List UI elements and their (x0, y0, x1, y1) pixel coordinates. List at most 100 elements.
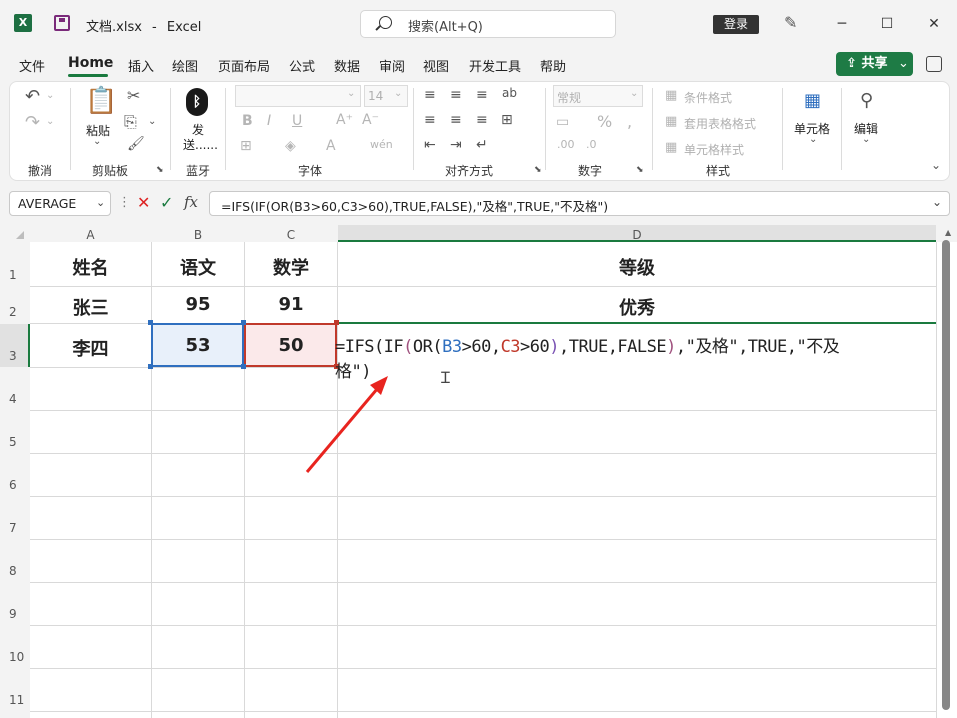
row-header-3[interactable]: 3 (0, 324, 30, 367)
designer-wand-icon[interactable]: ✎ (784, 13, 797, 32)
cell-c3[interactable]: 50 (245, 335, 337, 356)
increase-decimal-icon[interactable]: .00 (557, 138, 575, 151)
format-painter-icon[interactable]: 🖌 (127, 136, 145, 152)
expand-formula-bar-icon[interactable]: ⌄ (932, 195, 942, 209)
resize-handle[interactable] (148, 320, 153, 325)
redo-icon[interactable]: ↷ (25, 112, 40, 133)
search-box[interactable]: 搜索(Alt+Q) (360, 10, 616, 38)
cell-styles-icon[interactable]: ▦ (665, 140, 677, 155)
tab-formulas[interactable]: 公式 (289, 56, 315, 75)
cell-c1[interactable]: 数学 (245, 254, 337, 280)
tab-view[interactable]: 视图 (423, 56, 449, 75)
resize-handle[interactable] (241, 364, 246, 369)
bold-icon[interactable]: B (242, 113, 253, 129)
decrease-indent-icon[interactable]: ⇤ (424, 137, 436, 153)
editing-search-icon[interactable]: ⚲ (860, 90, 873, 111)
tab-insert[interactable]: 插入 (128, 56, 154, 75)
cell-styles-button[interactable]: 单元格样式 (684, 141, 744, 158)
conditional-format-button[interactable]: 条件格式 (684, 89, 732, 106)
ribbon-collapse-icon[interactable]: ⌄ (931, 158, 941, 172)
conditional-format-icon[interactable]: ▦ (665, 88, 677, 103)
cell-a1[interactable]: 姓名 (30, 254, 151, 280)
borders-icon[interactable]: ⊞ (240, 138, 252, 154)
align-left-icon[interactable]: ≡ (424, 112, 436, 128)
decrease-decimal-icon[interactable]: .0 (586, 138, 597, 151)
share-button[interactable]: ⇪ 共享 ⌄ (836, 52, 913, 76)
cut-icon[interactable]: ✂ (127, 86, 140, 105)
enter-icon[interactable]: ✓ (160, 193, 173, 212)
align-center-icon[interactable]: ≡ (450, 112, 462, 128)
chevron-down-icon[interactable]: ⌄ (809, 134, 817, 145)
tab-file[interactable]: 文件 (19, 56, 45, 75)
resize-handle[interactable] (334, 320, 339, 325)
wrap-text-icon[interactable]: ↵ (476, 137, 488, 153)
merge-center-icon[interactable]: ⊞ (501, 112, 513, 128)
cell-a3[interactable]: 李四 (30, 335, 151, 361)
formula-input[interactable]: =IFS(IF(OR(B3>60,C3>60),TRUE,FALSE),"及格"… (209, 191, 950, 216)
tab-help[interactable]: 帮助 (540, 56, 566, 75)
percent-icon[interactable]: % (597, 112, 612, 131)
comma-style-icon[interactable]: , (627, 112, 632, 131)
more-options-icon[interactable]: ⋮ (118, 195, 131, 210)
cancel-icon[interactable]: ✕ (137, 193, 150, 212)
cell-b2[interactable]: 95 (152, 294, 244, 315)
vertical-scrollbar[interactable] (942, 240, 950, 710)
row-header-4[interactable]: 4 (0, 368, 30, 410)
font-color-icon[interactable]: A (326, 138, 336, 154)
cell-d2[interactable]: 优秀 (338, 294, 936, 320)
login-button[interactable]: 登录 (713, 15, 759, 34)
scroll-up-icon[interactable]: ▲ (945, 228, 951, 237)
cell-b1[interactable]: 语文 (152, 254, 244, 280)
undo-icon[interactable]: ↶ (25, 86, 40, 107)
bluetooth-send-line2[interactable]: 送...... (183, 136, 218, 153)
row-header-8[interactable]: 8 (0, 540, 30, 582)
row-header-10[interactable]: 10 (0, 626, 30, 668)
name-box[interactable]: AVERAGE ⌄ (9, 191, 111, 216)
redo-dropdown-icon[interactable]: ⌄ (46, 116, 54, 127)
column-header-a[interactable]: A (30, 228, 151, 242)
paste-icon[interactable]: 📋 (85, 86, 117, 116)
font-name-select[interactable] (235, 85, 361, 107)
save-icon[interactable] (54, 15, 70, 31)
resize-handle[interactable] (241, 320, 246, 325)
row-header-11[interactable]: 11 (0, 669, 30, 711)
phonetic-icon[interactable]: wén (370, 138, 393, 151)
align-top-icon[interactable]: ≡ (424, 87, 436, 103)
row-header-5[interactable]: 5 (0, 411, 30, 453)
chevron-down-icon[interactable]: ⌄ (862, 134, 870, 145)
align-middle-icon[interactable]: ≡ (450, 87, 462, 103)
italic-icon[interactable]: I (267, 113, 271, 129)
format-as-table-button[interactable]: 套用表格格式 (684, 115, 756, 132)
tab-review[interactable]: 审阅 (379, 56, 405, 75)
insert-function-icon[interactable]: fx (184, 193, 198, 211)
cell-c2[interactable]: 91 (245, 294, 337, 315)
close-button[interactable]: ✕ (919, 10, 949, 38)
row-header-7[interactable]: 7 (0, 497, 30, 539)
column-header-c[interactable]: C (245, 228, 337, 242)
tab-data[interactable]: 数据 (334, 56, 360, 75)
tab-draw[interactable]: 绘图 (172, 56, 198, 75)
accounting-format-icon[interactable]: ▭ (556, 114, 569, 130)
bluetooth-icon[interactable]: ᛒ (186, 88, 208, 116)
increase-font-icon[interactable]: A⁺ (336, 112, 353, 128)
copy-icon[interactable]: ⎘ (124, 112, 137, 132)
undo-dropdown-icon[interactable]: ⌄ (46, 90, 54, 101)
format-as-table-icon[interactable]: ▦ (665, 114, 677, 129)
comments-icon[interactable] (926, 56, 942, 72)
tab-home[interactable]: Home (68, 55, 113, 71)
row-header-2[interactable]: 2 (0, 287, 30, 323)
increase-indent-icon[interactable]: ⇥ (450, 137, 462, 153)
dialog-launcher-icon[interactable]: ⬊ (156, 165, 164, 175)
tab-page-layout[interactable]: 页面布局 (218, 56, 270, 75)
align-right-icon[interactable]: ≡ (476, 112, 488, 128)
underline-icon[interactable]: U (292, 113, 302, 129)
column-header-d[interactable]: D (338, 225, 936, 242)
row-header-9[interactable]: 9 (0, 583, 30, 625)
fill-color-icon[interactable]: ◈ (285, 138, 296, 154)
row-header-1[interactable]: 1 (0, 243, 30, 286)
resize-handle[interactable] (148, 364, 153, 369)
dialog-launcher-icon[interactable]: ⬊ (534, 165, 542, 175)
column-header-b[interactable]: B (152, 228, 244, 242)
maximize-button[interactable]: ☐ (872, 10, 902, 38)
cell-a2[interactable]: 张三 (30, 294, 151, 320)
